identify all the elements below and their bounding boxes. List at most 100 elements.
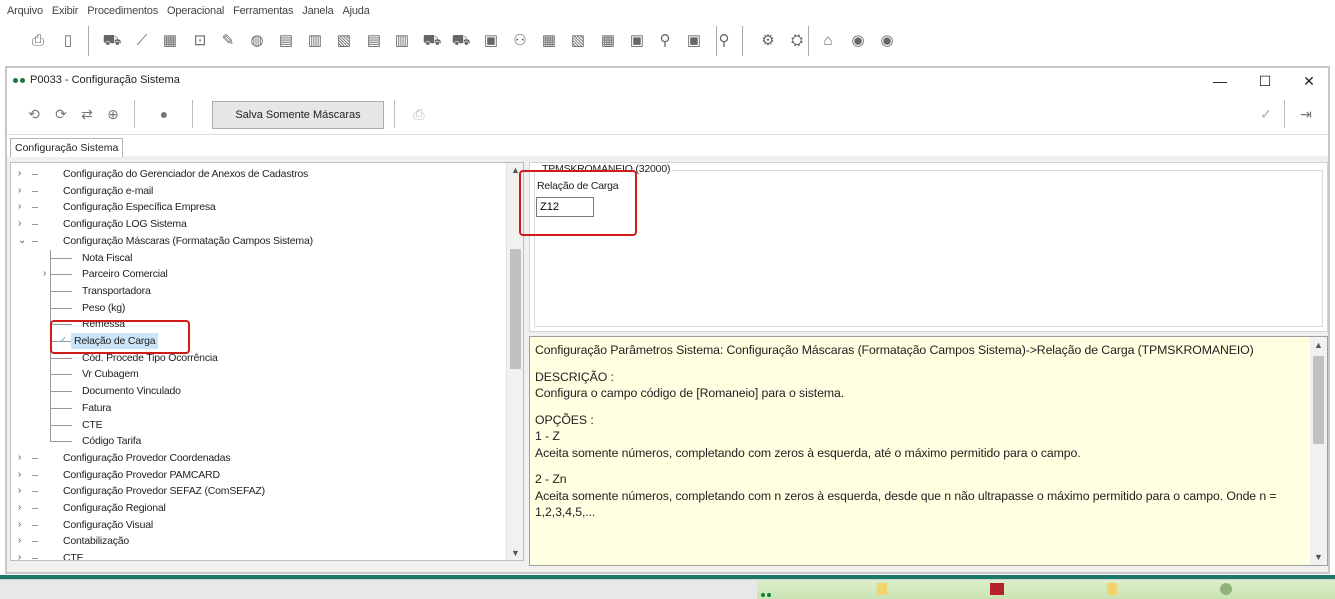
tree-item[interactable]: Código Tarifa bbox=[82, 433, 141, 449]
tree-item[interactable]: Configuração LOG Sistema bbox=[63, 216, 187, 232]
tree-item[interactable]: Configuração Máscaras (Formatação Campos… bbox=[63, 233, 313, 249]
tree-scrollbar[interactable]: ▲ ▼ bbox=[506, 163, 523, 560]
tab-configuracao-sistema[interactable]: Configuração Sistema bbox=[10, 138, 124, 157]
expand-icon[interactable]: › bbox=[18, 166, 28, 182]
cargo-icon[interactable]: ▣ bbox=[481, 31, 501, 51]
menu-item-4[interactable]: Ferramentas bbox=[233, 5, 293, 17]
group-icon[interactable]: ◉ bbox=[848, 31, 868, 51]
scroll-up-icon[interactable]: ▲ bbox=[507, 165, 523, 175]
expand-icon[interactable]: › bbox=[18, 216, 28, 232]
team-icon[interactable]: ⚇ bbox=[510, 31, 530, 51]
settings-icon[interactable]: ⚲ bbox=[714, 31, 734, 51]
next-icon[interactable]: ⟳ bbox=[51, 104, 71, 124]
minimize-button[interactable]: — bbox=[1205, 71, 1235, 91]
expand-icon[interactable]: › bbox=[18, 199, 28, 215]
tree-item[interactable]: Configuração Visual bbox=[63, 517, 153, 533]
map-route-icon[interactable]: ⚲ bbox=[655, 31, 675, 51]
truck-load-icon[interactable]: ⛟ bbox=[451, 31, 471, 51]
tree-item[interactable]: Contabilização bbox=[63, 533, 129, 549]
globe-icon[interactable]: ◍ bbox=[247, 31, 267, 51]
tree-item[interactable]: Configuração e-mail bbox=[63, 183, 153, 199]
tree-item[interactable]: Nota Fiscal bbox=[82, 250, 133, 266]
help-scroll-down-icon[interactable]: ▼ bbox=[1310, 552, 1327, 562]
tree-item[interactable]: Parceiro Comercial bbox=[82, 266, 168, 282]
confirm-icon[interactable]: ✓ bbox=[1256, 104, 1276, 124]
save-masks-button[interactable]: Salva Somente Máscaras bbox=[212, 101, 384, 129]
location-icon[interactable]: ▣ bbox=[684, 31, 704, 51]
scroll-down-icon[interactable]: ▼ bbox=[507, 548, 523, 558]
chart-icon[interactable]: ▧ bbox=[568, 31, 588, 51]
previous-icon[interactable]: ⟲ bbox=[24, 104, 44, 124]
tree-scroll-thumb[interactable] bbox=[510, 249, 521, 369]
close-button[interactable]: ✕ bbox=[1294, 71, 1324, 91]
config-tree[interactable]: › Configuração do Gerenciador de Anexos d… bbox=[10, 162, 524, 561]
pen-icon[interactable]: ✎ bbox=[218, 31, 238, 51]
tree-item[interactable]: Configuração Provedor SEFAZ (ComSEFAZ) bbox=[63, 483, 265, 499]
menu-item-0[interactable]: Arquivo bbox=[7, 5, 43, 17]
inbox-icon[interactable]: ⊡ bbox=[190, 31, 210, 51]
tree-item[interactable]: Configuração Regional bbox=[63, 500, 166, 516]
detail-panel: TPMSKROMANEIO (32000) Relação de Carga bbox=[529, 162, 1328, 332]
check-icon: ✓ bbox=[59, 335, 68, 346]
expand-icon[interactable]: › bbox=[18, 450, 28, 466]
tree-item[interactable]: CTE bbox=[63, 550, 84, 560]
box-icon[interactable]: ▦ bbox=[598, 31, 618, 51]
expand-icon[interactable]: › bbox=[18, 467, 28, 483]
list-icon[interactable]: ▤ bbox=[364, 31, 384, 51]
relacao-carga-input[interactable] bbox=[536, 197, 594, 217]
help-scroll-up-icon[interactable]: ▲ bbox=[1310, 340, 1327, 350]
refresh-icon[interactable]: ⇄ bbox=[77, 104, 97, 124]
factory-icon[interactable]: ⛭ bbox=[787, 31, 807, 51]
menu-item-5[interactable]: Janela bbox=[302, 5, 333, 17]
road-icon[interactable]: ⟋ bbox=[132, 31, 152, 51]
support-icon[interactable]: ⚙ bbox=[758, 31, 778, 51]
user-circle-icon[interactable]: ⌂ bbox=[818, 31, 838, 51]
battery-icon[interactable]: ▯ bbox=[58, 31, 78, 51]
menu-item-2[interactable]: Procedimentos bbox=[87, 5, 158, 17]
expand-icon[interactable]: › bbox=[18, 500, 28, 516]
tree-item[interactable]: Configuração do Gerenciador de Anexos de… bbox=[63, 166, 308, 182]
expand-icon[interactable]: › bbox=[18, 183, 28, 199]
note-icon bbox=[1107, 583, 1117, 595]
menu-item-1[interactable]: Exibir bbox=[52, 5, 79, 17]
collapse-icon[interactable]: ⌄ bbox=[18, 233, 28, 249]
document-icon[interactable]: ▤ bbox=[276, 31, 296, 51]
expand-icon[interactable]: › bbox=[18, 550, 28, 560]
maximize-button[interactable]: ☐ bbox=[1250, 71, 1280, 91]
tree-item[interactable]: Peso (kg) bbox=[82, 300, 125, 316]
tree-item[interactable]: CTE bbox=[82, 417, 103, 433]
tree-item[interactable]: Configuração Específica Empresa bbox=[63, 199, 216, 215]
expand-icon[interactable]: › bbox=[18, 517, 28, 533]
truck-delivery-icon[interactable]: ⛟ bbox=[422, 31, 442, 51]
expand-icon[interactable]: › bbox=[18, 533, 28, 549]
record-icon[interactable]: ● bbox=[154, 104, 174, 124]
tree-item[interactable]: Configuração Provedor Coordenadas bbox=[63, 450, 231, 466]
help-scrollbar[interactable]: ▲ ▼ bbox=[1310, 337, 1327, 565]
tree-item[interactable]: Transportadora bbox=[82, 283, 151, 299]
menu-item-6[interactable]: Ajuda bbox=[343, 5, 370, 17]
folder-icon bbox=[877, 583, 887, 595]
truck-icon[interactable]: ⛟ bbox=[102, 31, 122, 51]
edit-icon[interactable]: ▧ bbox=[334, 31, 354, 51]
binoculars-icon[interactable]: ⊕ bbox=[103, 104, 123, 124]
menu-item-3[interactable]: Operacional bbox=[167, 5, 224, 17]
calculator-icon[interactable]: ▦ bbox=[160, 31, 180, 51]
tree-item[interactable]: Relação de Carga bbox=[71, 333, 159, 349]
print-icon[interactable]: ⎙ bbox=[409, 104, 429, 124]
report-icon[interactable]: ▥ bbox=[392, 31, 412, 51]
help-scroll-thumb[interactable] bbox=[1313, 356, 1324, 444]
printer-icon[interactable]: ⎙ bbox=[28, 31, 48, 51]
key-user-icon[interactable]: ◉ bbox=[877, 31, 897, 51]
exit-icon[interactable]: ⇥ bbox=[1296, 104, 1316, 124]
route-icon[interactable]: ▣ bbox=[627, 31, 647, 51]
form-icon[interactable]: ▥ bbox=[305, 31, 325, 51]
tree-item[interactable]: Remessa bbox=[82, 316, 125, 332]
tree-item[interactable]: Vr Cubagem bbox=[82, 366, 139, 382]
help-line: 2 - Zn bbox=[535, 472, 567, 486]
tree-item[interactable]: Configuração Provedor PAMCARD bbox=[63, 467, 220, 483]
tree-item[interactable]: Fatura bbox=[82, 400, 111, 416]
tree-item[interactable]: Documento Vinculado bbox=[82, 383, 181, 399]
ledger-icon[interactable]: ▦ bbox=[539, 31, 559, 51]
expand-icon[interactable]: › bbox=[18, 483, 28, 499]
tree-item[interactable]: Cód. Procede Tipo Ocorrência bbox=[82, 350, 218, 366]
